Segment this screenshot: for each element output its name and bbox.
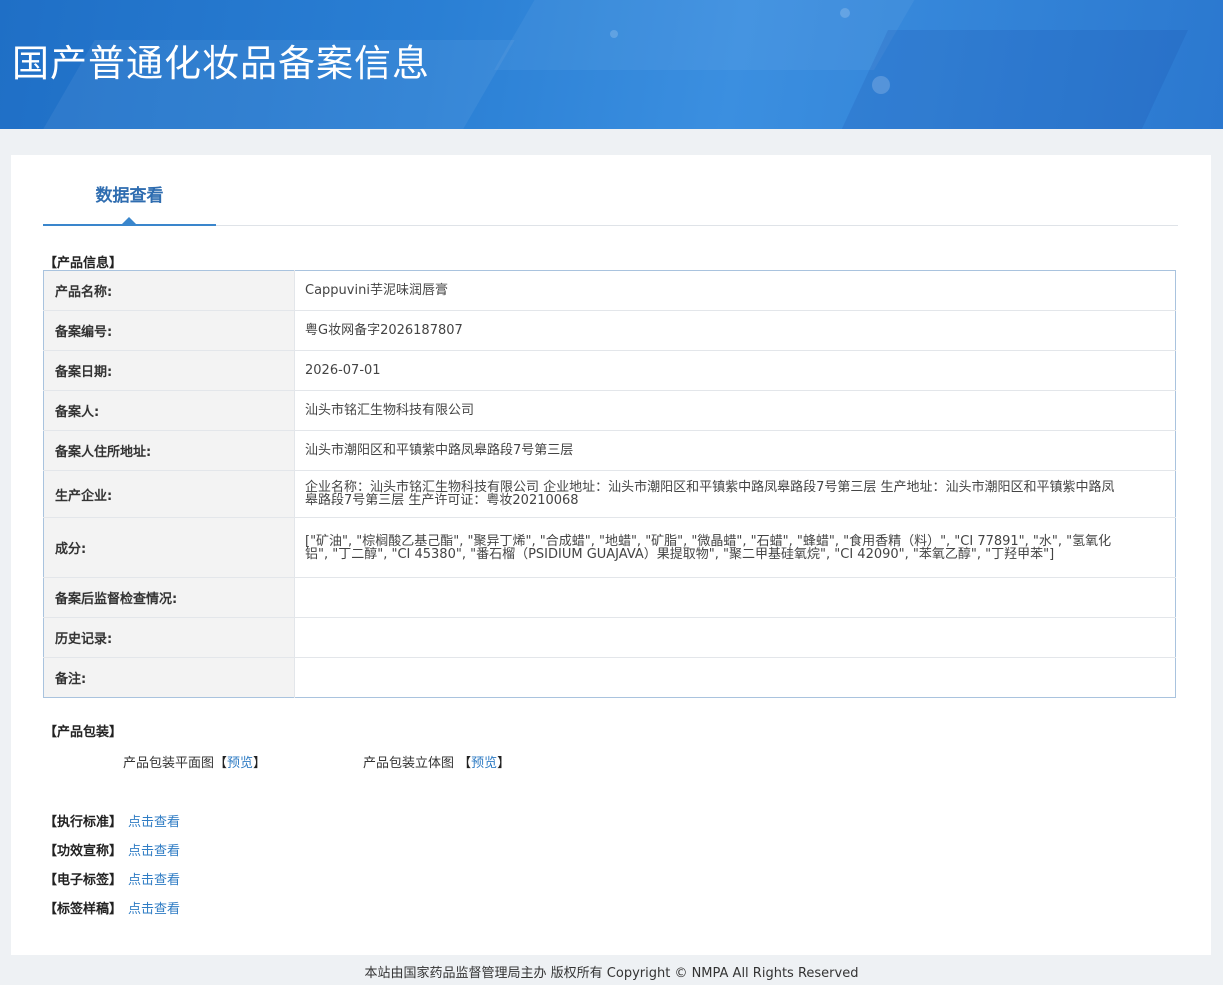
row-value: 汕头市铭汇生物科技有限公司 bbox=[294, 390, 1176, 431]
extra-label: 【功效宣称】 bbox=[44, 844, 123, 859]
view-efficacy-link[interactable]: 点击查看 bbox=[128, 844, 180, 859]
view-e-label-link[interactable]: 点击查看 bbox=[128, 873, 180, 888]
packaging-flat: 产品包装平面图【预览】 bbox=[123, 752, 266, 771]
tab-data-view[interactable]: 数据查看 bbox=[43, 183, 216, 226]
header-decoration bbox=[872, 76, 890, 94]
row-key: 产品名称: bbox=[43, 270, 295, 311]
extra-label: 【执行标准】 bbox=[44, 815, 123, 830]
row-value: 2026-07-01 bbox=[294, 350, 1176, 391]
bracket-close: 】 bbox=[497, 756, 511, 771]
bracket-close: 】 bbox=[253, 756, 267, 771]
row-value: Cappuvini芋泥味润唇膏 bbox=[294, 270, 1176, 311]
row-key: 历史记录: bbox=[43, 617, 295, 658]
row-key: 成分: bbox=[43, 517, 295, 578]
header-decoration bbox=[610, 30, 618, 38]
row-key: 备案编号: bbox=[43, 310, 295, 351]
table-row: 历史记录: bbox=[43, 617, 1176, 658]
table-row: 产品名称: Cappuvini芋泥味润唇膏 bbox=[43, 270, 1176, 311]
row-key: 备注: bbox=[43, 657, 295, 698]
preview-stereo-link[interactable]: 预览 bbox=[471, 756, 497, 771]
product-info-table: 产品名称: Cappuvini芋泥味润唇膏 备案编号: 粤G妆网备字202618… bbox=[43, 270, 1176, 698]
extra-label: 【标签样稿】 bbox=[44, 902, 123, 917]
table-row: 备注: bbox=[43, 657, 1176, 698]
table-row: 备案编号: 粤G妆网备字2026187807 bbox=[43, 310, 1176, 351]
extra-efficacy: 【功效宣称】 点击查看 bbox=[44, 840, 180, 859]
section-title-packaging: 【产品包装】 bbox=[44, 725, 123, 740]
row-value: 汕头市潮阳区和平镇紫中路凤皋路段7号第三层 bbox=[294, 430, 1176, 471]
table-row: 备案人住所地址: 汕头市潮阳区和平镇紫中路凤皋路段7号第三层 bbox=[43, 430, 1176, 471]
bracket-open: 【 bbox=[214, 756, 228, 771]
extra-label-sample: 【标签样稿】 点击查看 bbox=[44, 898, 180, 917]
row-value bbox=[294, 617, 1176, 658]
bracket-open: 【 bbox=[458, 756, 472, 771]
packaging-flat-label: 产品包装平面图 bbox=[123, 756, 215, 771]
row-key: 生产企业: bbox=[43, 470, 295, 518]
table-row: 备案人: 汕头市铭汇生物科技有限公司 bbox=[43, 390, 1176, 431]
row-value: 企业名称：汕头市铭汇生物科技有限公司 企业地址：汕头市潮阳区和平镇紫中路凤皋路段… bbox=[294, 470, 1176, 518]
header-decoration bbox=[494, 0, 926, 70]
row-key: 备案日期: bbox=[43, 350, 295, 391]
packaging-stereo-label: 产品包装立体图 bbox=[363, 756, 459, 771]
table-row: 生产企业: 企业名称：汕头市铭汇生物科技有限公司 企业地址：汕头市潮阳区和平镇紫… bbox=[43, 470, 1176, 518]
header-decoration bbox=[840, 8, 850, 18]
row-value bbox=[295, 658, 1176, 698]
preview-flat-link[interactable]: 预览 bbox=[227, 756, 253, 771]
row-value: 粤G妆网备字2026187807 bbox=[294, 310, 1176, 351]
extra-standard: 【执行标准】 点击查看 bbox=[44, 811, 180, 830]
packaging-stereo: 产品包装立体图 【预览】 bbox=[363, 752, 510, 771]
row-value: ["矿油", "棕榈酸乙基己酯", "聚异丁烯", "合成蜡", "地蜡", "… bbox=[294, 517, 1176, 578]
table-row: 备案后监督检查情况: bbox=[43, 577, 1176, 618]
row-key: 备案后监督检查情况: bbox=[43, 577, 295, 618]
tab-active-caret bbox=[122, 217, 136, 224]
extra-e-label: 【电子标签】 点击查看 bbox=[44, 869, 180, 888]
table-row: 备案日期: 2026-07-01 bbox=[43, 350, 1176, 391]
row-key: 备案人: bbox=[43, 390, 295, 431]
content-card: 数据查看 【产品信息】 产品名称: Cappuvini芋泥味润唇膏 备案编号: … bbox=[11, 155, 1211, 955]
tab-label: 数据查看 bbox=[95, 186, 164, 206]
extra-label: 【电子标签】 bbox=[44, 873, 123, 888]
table-row: 成分: ["矿油", "棕榈酸乙基己酯", "聚异丁烯", "合成蜡", "地蜡… bbox=[43, 517, 1176, 578]
view-label-sample-link[interactable]: 点击查看 bbox=[128, 902, 180, 917]
section-title-product-info: 【产品信息】 bbox=[44, 256, 123, 271]
page-title: 国产普通化妆品备案信息 bbox=[12, 42, 430, 85]
row-key: 备案人住所地址: bbox=[43, 430, 295, 471]
tab-bar: 数据查看 bbox=[43, 183, 1178, 226]
view-standard-link[interactable]: 点击查看 bbox=[128, 815, 180, 830]
row-value bbox=[294, 577, 1176, 618]
page-footer: 本站由国家药品监督管理局主办 版权所有 Copyright © NMPA All… bbox=[364, 966, 859, 981]
page-header: 国产普通化妆品备案信息 bbox=[0, 0, 1223, 129]
